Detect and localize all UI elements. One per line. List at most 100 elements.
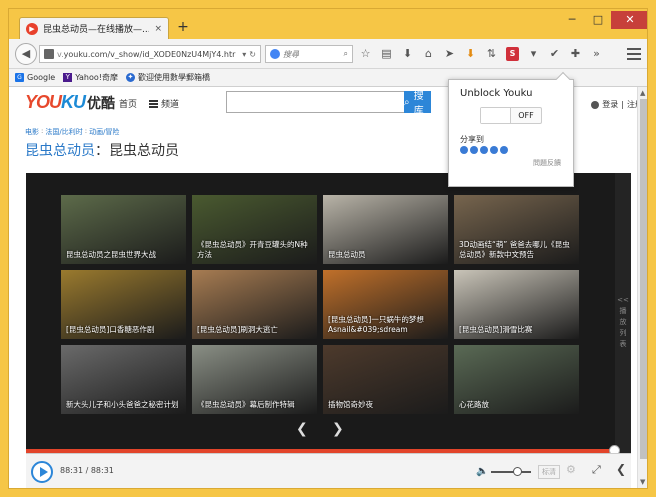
- reload-icon[interactable]: ↻: [249, 50, 256, 59]
- renren-icon[interactable]: [470, 146, 478, 154]
- s-extension-icon[interactable]: S: [506, 47, 519, 61]
- maximize-button[interactable]: □: [585, 11, 611, 29]
- video-caption: [昆虫总动员]刷洞大逃亡: [197, 325, 278, 334]
- fullscreen-icon[interactable]: ⤢: [592, 463, 601, 477]
- user-links: 登录 | 注册: [591, 99, 643, 110]
- playlist-side-tab[interactable]: << 播 放 列 表: [615, 173, 631, 453]
- youku-search-button[interactable]: ⌕ 搜库: [404, 91, 431, 117]
- video-caption: 插物馆奇妙夜: [328, 400, 373, 409]
- nav-home-link[interactable]: 首页: [119, 97, 137, 110]
- video-thumbnail[interactable]: 新大头儿子和小头爸爸之秘密计划: [61, 345, 186, 414]
- search-engine-icon[interactable]: [270, 49, 280, 59]
- video-thumbnail[interactable]: [昆虫总动员]刷洞大逃亡: [192, 270, 317, 339]
- video-thumbnail[interactable]: 插物馆奇妙夜: [323, 345, 448, 414]
- player-controls: 88:31 / 88:31 🔈 标清 ⚙ ⤢ ❮: [26, 453, 631, 488]
- video-caption: 《昆虫总动员》开青豆罐头的N种方法: [197, 240, 308, 259]
- video-thumbnail[interactable]: [昆虫总动员]口香糖恶作剧: [61, 270, 186, 339]
- toggle-knob[interactable]: [481, 108, 511, 123]
- hamburger-menu-icon[interactable]: [625, 45, 643, 63]
- browser-tab[interactable]: ▶ 昆虫总动员—在线播放—... ×: [19, 17, 169, 39]
- unblock-youku-icon[interactable]: ✔: [548, 47, 561, 61]
- page-scrollbar[interactable]: ▲ ▼: [637, 87, 647, 488]
- scroll-thumb[interactable]: [640, 99, 647, 459]
- nav-channel-menu[interactable]: 频道: [149, 97, 179, 110]
- scroll-up-icon[interactable]: ▲: [640, 89, 645, 97]
- login-link[interactable]: 登录: [602, 99, 618, 110]
- puzzle-icon[interactable]: ✚: [569, 47, 582, 61]
- bookmark-welcome[interactable]: ✦ 歡迎使用數學郵箱橋: [125, 72, 210, 83]
- sync-icon[interactable]: ⇅: [485, 47, 498, 61]
- home-icon[interactable]: ⌂: [422, 47, 435, 61]
- bookmark-star-icon[interactable]: ☆: [359, 47, 372, 61]
- site-identity-icon[interactable]: [44, 49, 54, 59]
- title-bar: ▶ 昆虫总动员—在线播放—... × + ─ □ ✕: [9, 9, 647, 39]
- video-thumbnail[interactable]: [昆虫总动员]滑雪比赛: [454, 270, 579, 339]
- back-button[interactable]: ◀: [15, 43, 37, 65]
- url-bar[interactable]: v.youku.com/v_show/id_XODE0NzU4MjY4.htr …: [39, 45, 261, 63]
- scroll-down-icon[interactable]: ▼: [640, 478, 645, 486]
- bookmark-label: Yahoo!奇摩: [75, 73, 118, 82]
- video-thumbnail[interactable]: 《昆虫总动员》开青豆罐头的N种方法: [192, 195, 317, 264]
- list-icon: [149, 99, 158, 108]
- next-page-arrow[interactable]: ❯: [332, 421, 344, 437]
- browser-window: ▶ 昆虫总动员—在线播放—... × + ─ □ ✕ ◀ v.youku.com…: [8, 8, 648, 489]
- url-text[interactable]: v.youku.com/v_show/id_XODE0NzU4MjY4.htr: [57, 50, 239, 59]
- play-button[interactable]: [31, 461, 53, 483]
- video-player[interactable]: 昆虫总动员之昆虫世界大战 《昆虫总动员》开青豆罐头的N种方法昆虫总动员 3D动画结“…: [26, 173, 631, 488]
- yahoo-icon: Y: [63, 73, 73, 82]
- time-display: 88:31 / 88:31: [60, 466, 114, 475]
- speaker-icon[interactable]: 🔈: [476, 466, 488, 477]
- magnifier-icon[interactable]: ⌕: [344, 49, 348, 59]
- plurk-icon[interactable]: [500, 146, 508, 154]
- send-icon[interactable]: ➤: [443, 47, 456, 61]
- download-icon[interactable]: ⬇: [401, 47, 414, 61]
- search-bar[interactable]: ⌕: [265, 45, 353, 63]
- magnifier-icon: ⌕: [404, 96, 410, 108]
- youku-search: ⌕ 搜库: [226, 91, 431, 117]
- video-thumbnail[interactable]: 《昆虫总动员》幕后制作特辑: [192, 345, 317, 414]
- video-caption: 昆虫总动员: [328, 250, 366, 259]
- popup-title: Unblock Youku: [460, 88, 533, 99]
- new-tab-button[interactable]: +: [174, 19, 192, 37]
- prev-page-arrow[interactable]: ❮: [296, 421, 308, 437]
- youku-logo[interactable]: YOUKU 优酷: [25, 92, 115, 113]
- extension-dropdown-icon[interactable]: ▾: [527, 47, 540, 61]
- twitter-icon[interactable]: [480, 146, 488, 154]
- bookmark-label: Google: [27, 73, 56, 82]
- toolbar-icons: ☆ ▤ ⬇ ⌂ ➤ ⬇ ⇅ S ▾ ✔ ✚ »: [359, 47, 603, 61]
- breadcrumb-item[interactable]: 法国/比利时: [45, 127, 82, 137]
- share-label: 分享到: [460, 135, 484, 144]
- breadcrumb-item[interactable]: 电影: [25, 127, 39, 137]
- video-thumbnail[interactable]: 3D动画结“萌” 爸爸去哪儿《昆虫总动员》新款中文预告: [454, 195, 579, 264]
- volume-slider[interactable]: [491, 466, 532, 476]
- breadcrumb-item[interactable]: 动画/冒险: [89, 127, 119, 137]
- search-input[interactable]: [283, 49, 341, 59]
- star-badge-icon: ✦: [125, 73, 135, 82]
- bookmark-google[interactable]: G Google: [15, 73, 55, 82]
- youku-search-input[interactable]: [226, 91, 404, 113]
- volume-control[interactable]: 🔈: [476, 466, 532, 477]
- collapse-chevron-icon[interactable]: ❮: [616, 462, 626, 476]
- youku-favicon-icon: ▶: [26, 22, 38, 35]
- overflow-chevron-icon[interactable]: »: [590, 47, 603, 61]
- share-icons: [460, 146, 508, 154]
- minimize-button[interactable]: ─: [559, 11, 585, 29]
- video-thumbnail[interactable]: 心花路放: [454, 345, 579, 414]
- download-helper-icon[interactable]: ⬇: [464, 47, 477, 61]
- facebook-icon[interactable]: [490, 146, 498, 154]
- settings-gear-icon[interactable]: ⚙: [566, 463, 576, 476]
- dropdown-arrow-icon[interactable]: ▾: [242, 50, 246, 59]
- weibo-icon[interactable]: [460, 146, 468, 154]
- bookmark-yahoo[interactable]: Y Yahoo!奇摩: [63, 72, 118, 83]
- unblock-toggle[interactable]: OFF: [480, 107, 542, 124]
- close-window-button[interactable]: ✕: [611, 11, 647, 29]
- video-thumbnail[interactable]: 昆虫总动员之昆虫世界大战: [61, 195, 186, 264]
- user-icon: [591, 100, 600, 109]
- reading-list-icon[interactable]: ▤: [380, 47, 393, 61]
- video-thumbnail[interactable]: [昆虫总动员]一只蜗牛的梦想Asnail&#039;sdream: [323, 270, 448, 339]
- tab-close-icon[interactable]: ×: [154, 24, 162, 34]
- video-caption: [昆虫总动员]口香糖恶作剧: [66, 325, 155, 334]
- quality-button[interactable]: 标清: [538, 465, 560, 479]
- feedback-link[interactable]: 問題反饋: [533, 158, 561, 168]
- video-thumbnail[interactable]: 昆虫总动员: [323, 195, 448, 264]
